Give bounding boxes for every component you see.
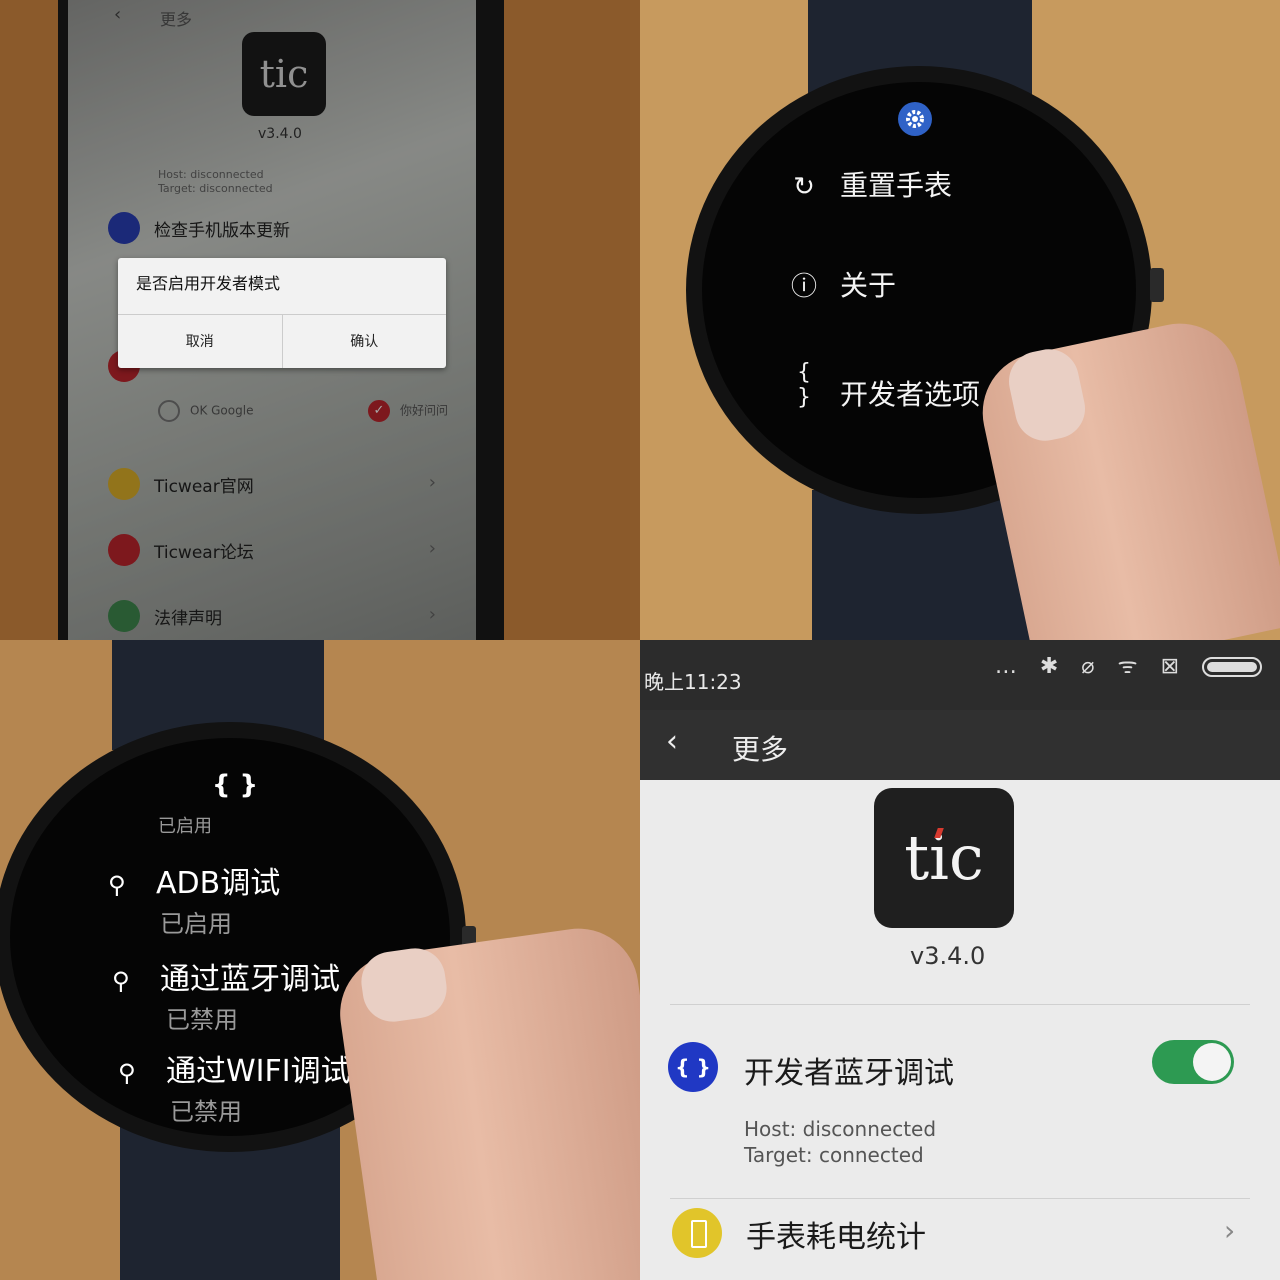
divider <box>670 1004 1250 1005</box>
photo-phone-app: 晚上11:23 … ✱ ⌀ ᯤ ⊠ ‹ 更多 tic v3.4.0 { } 开发… <box>640 640 1280 1280</box>
braces-icon: { } <box>212 770 259 800</box>
developer-options-label: 开发者选项 <box>840 378 981 411</box>
refresh-icon: ↻ <box>793 172 815 202</box>
developer-mode-dialog: 是否启用开发者模式 取消 确认 <box>118 258 446 368</box>
settings-body: tic v3.4.0 { } 开发者蓝牙调试 Host: disconnecte… <box>640 780 1280 1280</box>
battery-stats-icon <box>672 1208 722 1258</box>
debug-icon: ⚲ <box>108 871 126 899</box>
watch-crown <box>1150 268 1164 302</box>
wifi-debug-status: 已禁用 <box>170 1098 242 1126</box>
divider <box>670 1198 1250 1199</box>
dialog-message: 是否启用开发者模式 <box>136 274 281 293</box>
app-version: v3.4.0 <box>910 942 986 970</box>
battery-stats-label[interactable]: 手表耗电统计 <box>746 1212 926 1256</box>
about-label: 关于 <box>840 269 897 302</box>
reset-watch-item[interactable]: ↻ 重置手表 <box>788 164 952 204</box>
adb-debug-item[interactable]: ⚲ ADB调试 <box>108 858 280 902</box>
cancel-button[interactable]: 取消 <box>118 315 282 368</box>
status-bar: 晚上11:23 … ✱ ⌀ ᯤ ⊠ <box>640 640 1280 710</box>
braces-icon: { } <box>668 1042 718 1092</box>
bluetooth-debug-item[interactable]: ⚲ 通过蓝牙调试 <box>112 954 340 998</box>
clock: 晚上11:23 <box>644 670 742 694</box>
about-item[interactable]: ⓘ 关于 <box>788 264 896 304</box>
notification-icons: … ✱ ⌀ ᯤ ⊠ <box>994 654 1187 679</box>
previous-status: 已启用 <box>158 816 212 837</box>
chevron-right-icon[interactable]: › <box>1224 1214 1235 1247</box>
logo-text: tic <box>904 821 984 894</box>
adb-debug-label: ADB调试 <box>156 866 281 901</box>
debug-icon: ⚲ <box>112 967 130 995</box>
nav-bar: ‹ 更多 <box>640 710 1280 780</box>
page-title: 更多 <box>732 733 789 766</box>
wifi-debug-item[interactable]: ⚲ 通过WIFI调试 <box>118 1046 351 1090</box>
dev-bluetooth-toggle[interactable] <box>1152 1040 1234 1084</box>
info-icon: ⓘ <box>790 272 817 302</box>
toggle-knob <box>1193 1043 1231 1081</box>
photo-phone-dialog: ‹ 更多 tic v3.4.0 Host: disconnected Targe… <box>0 0 640 640</box>
wifi-debug-label: 通过WIFI调试 <box>166 1054 351 1089</box>
gear-icon <box>898 102 932 136</box>
target-status: Target: connected <box>744 1143 924 1167</box>
phone-screen: ‹ 更多 tic v3.4.0 Host: disconnected Targe… <box>68 0 476 640</box>
confirm-button[interactable]: 确认 <box>281 315 447 368</box>
dialog-buttons: 取消 确认 <box>118 314 446 368</box>
developer-options-item[interactable]: { } 开发者选项 <box>788 360 980 413</box>
dev-bluetooth-label: 开发者蓝牙调试 <box>744 1056 954 1091</box>
connection-status: Host: disconnected Target: connected <box>744 1116 936 1168</box>
photo-watch-settings: ↻ 重置手表 ⓘ 关于 { } 开发者选项 <box>640 0 1280 640</box>
debug-icon: ⚲ <box>118 1059 136 1087</box>
bluetooth-debug-status: 已禁用 <box>166 1006 238 1034</box>
adb-debug-status: 已启用 <box>160 910 232 938</box>
battery-icon <box>1202 657 1262 677</box>
back-button[interactable]: ‹ <box>666 724 678 759</box>
host-status: Host: disconnected <box>744 1117 937 1141</box>
bluetooth-debug-label: 通过蓝牙调试 <box>160 962 340 997</box>
status-icons: … ✱ ⌀ ᯤ ⊠ <box>995 650 1262 680</box>
tic-logo: tic <box>874 788 1014 928</box>
braces-icon: { } <box>797 360 811 410</box>
reset-watch-label: 重置手表 <box>840 169 953 202</box>
